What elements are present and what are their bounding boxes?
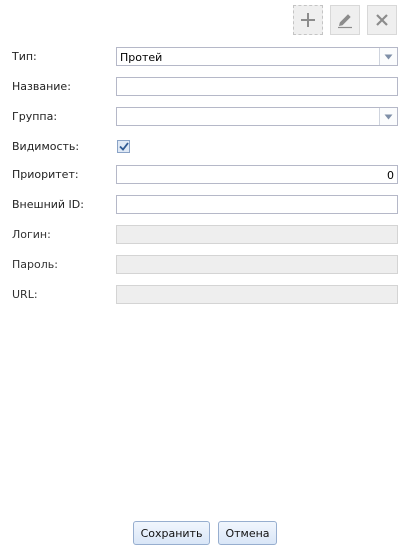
cancel-button[interactable]: Отмена bbox=[218, 521, 277, 545]
priority-label: Приоритет: bbox=[12, 168, 79, 181]
login-input bbox=[116, 225, 398, 244]
group-label: Группа: bbox=[12, 110, 58, 123]
priority-row: Приоритет: 0 bbox=[0, 165, 407, 185]
external-id-row: Внешний ID: bbox=[0, 195, 407, 215]
chevron-down-icon bbox=[384, 114, 393, 119]
add-button[interactable] bbox=[293, 5, 323, 35]
login-label: Логин: bbox=[12, 228, 51, 241]
save-button[interactable]: Сохранить bbox=[133, 521, 210, 545]
name-row: Название: bbox=[0, 77, 407, 97]
priority-value: 0 bbox=[387, 169, 394, 182]
password-input bbox=[116, 255, 398, 274]
type-value: Протей bbox=[120, 51, 163, 64]
password-row: Пароль: bbox=[0, 255, 407, 275]
visibility-row: Видимость: bbox=[0, 139, 407, 159]
url-row: URL: bbox=[0, 285, 407, 305]
name-label: Название: bbox=[12, 80, 71, 93]
visibility-label: Видимость: bbox=[12, 140, 80, 153]
record-toolbar bbox=[293, 5, 398, 37]
chevron-down-icon bbox=[384, 54, 393, 59]
priority-input[interactable]: 0 bbox=[116, 165, 398, 184]
plus-icon bbox=[301, 13, 315, 27]
delete-button[interactable] bbox=[367, 5, 397, 35]
group-dropdown-trigger[interactable] bbox=[379, 108, 397, 125]
checkmark-icon bbox=[118, 142, 129, 151]
type-select[interactable]: Протей bbox=[116, 47, 398, 66]
type-dropdown-trigger[interactable] bbox=[379, 48, 397, 65]
login-row: Логин: bbox=[0, 225, 407, 245]
group-select[interactable] bbox=[116, 107, 398, 126]
type-label: Тип: bbox=[12, 50, 37, 63]
url-label: URL: bbox=[12, 288, 38, 301]
type-row: Тип: Протей bbox=[0, 47, 407, 67]
external-id-input[interactable] bbox=[116, 195, 398, 214]
password-label: Пароль: bbox=[12, 258, 58, 271]
edit-button[interactable] bbox=[330, 5, 360, 35]
name-input[interactable] bbox=[116, 77, 398, 96]
external-id-label: Внешний ID: bbox=[12, 198, 84, 211]
pencil-icon bbox=[338, 14, 352, 29]
group-row: Группа: bbox=[0, 107, 407, 127]
close-icon bbox=[376, 14, 388, 26]
url-input bbox=[116, 285, 398, 304]
visibility-checkbox[interactable] bbox=[117, 140, 130, 153]
